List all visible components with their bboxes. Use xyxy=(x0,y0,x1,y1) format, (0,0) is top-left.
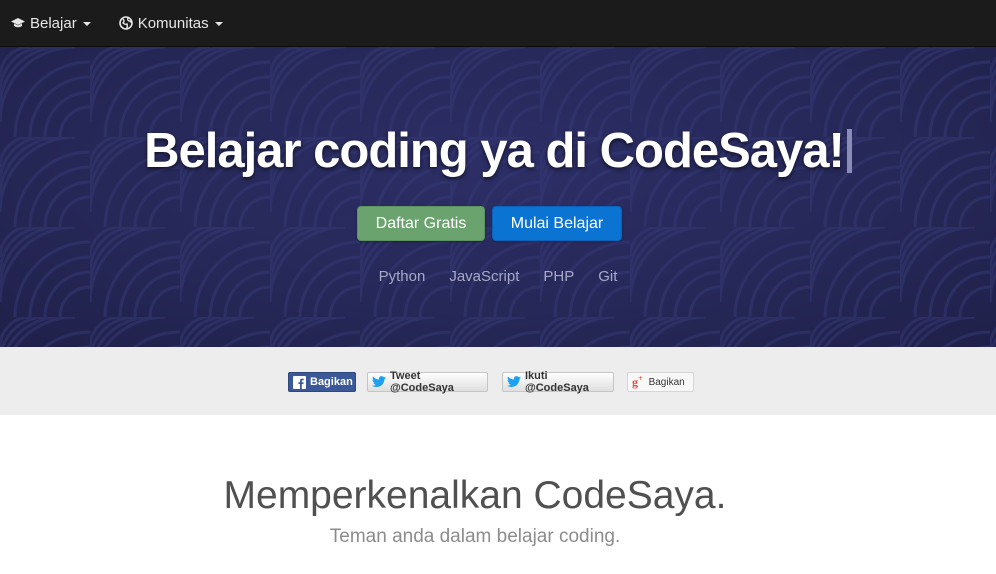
language-link-php[interactable]: PHP xyxy=(543,268,574,285)
start-learning-button[interactable]: Mulai Belajar xyxy=(492,206,622,241)
graduation-cap-icon xyxy=(11,18,25,28)
hero-title-text: Belajar coding ya di CodeSaya! xyxy=(144,124,845,178)
twitter-bird-icon xyxy=(507,376,521,388)
intro-subheading: Teman anda dalam belajar coding. xyxy=(329,526,621,547)
facebook-share-button[interactable]: Bagikan xyxy=(288,372,356,392)
google-plus-share-button[interactable]: g+ Bagikan xyxy=(627,372,694,392)
follow-twitter-label: Ikuti @CodeSaya xyxy=(525,370,589,394)
tweet-label: Tweet @CodeSaya xyxy=(390,370,454,394)
hero-buttons: Daftar Gratis Mulai Belajar xyxy=(357,206,622,241)
nav-komunitas-dropdown[interactable]: Komunitas xyxy=(118,14,223,32)
follow-twitter-button[interactable]: Ikuti @CodeSaya xyxy=(502,370,614,394)
tweet-button[interactable]: Tweet @CodeSaya xyxy=(367,370,488,394)
nav-komunitas-label: Komunitas xyxy=(137,14,209,32)
nav-belajar-label: Belajar xyxy=(30,14,77,32)
facebook-share-label: Bagikan xyxy=(310,376,353,388)
language-link-javascript[interactable]: JavaScript xyxy=(449,268,519,285)
language-link-git[interactable]: Git xyxy=(598,268,617,285)
google-plus-icon: g+ xyxy=(632,374,643,389)
facebook-icon xyxy=(293,375,306,389)
hero-title: Belajar coding ya di CodeSaya! xyxy=(0,123,996,179)
language-links: Python JavaScript PHP Git xyxy=(0,268,996,285)
twitter-bird-icon xyxy=(372,376,386,388)
chevron-down-icon xyxy=(82,21,91,26)
language-link-python[interactable]: Python xyxy=(379,268,426,285)
social-share-bar: Bagikan Tweet @CodeSaya Ikuti @CodeSaya … xyxy=(0,347,996,415)
intro-heading: Memperkenalkan CodeSaya. xyxy=(223,474,727,517)
chevron-down-icon xyxy=(214,21,223,26)
top-navbar: Belajar Komunitas xyxy=(0,0,996,47)
google-plus-share-label: Bagikan xyxy=(648,376,685,388)
typing-cursor xyxy=(846,129,852,173)
globe-icon xyxy=(118,16,133,30)
hero-section: Belajar coding ya di CodeSaya! Daftar Gr… xyxy=(0,47,996,347)
nav-belajar-dropdown[interactable]: Belajar xyxy=(11,15,91,32)
hero-background-pattern xyxy=(0,47,996,347)
signup-free-button[interactable]: Daftar Gratis xyxy=(357,206,485,241)
